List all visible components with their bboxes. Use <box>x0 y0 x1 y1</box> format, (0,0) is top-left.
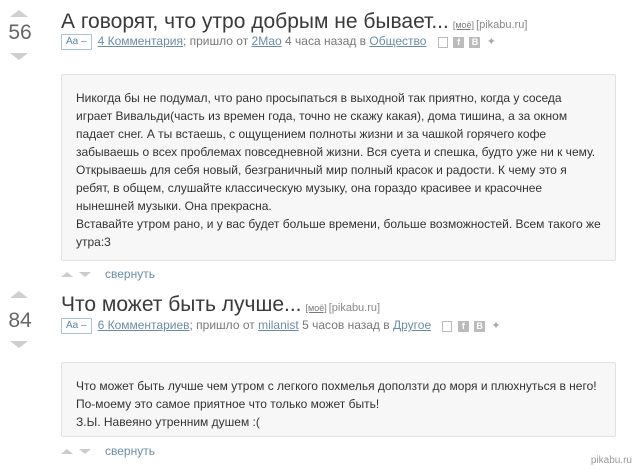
share-icons: f B ✦ <box>442 319 503 333</box>
post-tag[interactable]: [моё] <box>453 20 474 30</box>
post-body: Что может быть лучше чем утром с легкого… <box>61 362 616 437</box>
facebook-icon[interactable]: f <box>453 37 465 49</box>
post-title-text[interactable]: Что может быть лучше... <box>61 293 302 316</box>
upvote-arrow-icon[interactable] <box>10 10 28 17</box>
post-source: [pikabu.ru] <box>476 19 528 31</box>
post-tag[interactable]: [моё] <box>306 303 327 313</box>
post-title[interactable]: А говорят, что утро добрым не бывает... [… <box>61 10 527 34</box>
post-source: [pikabu.ru] <box>328 302 381 314</box>
save-icon[interactable] <box>442 321 453 333</box>
post-meta: Aa – 4 Комментария; пришло от 2Мао 4 часа… <box>61 34 499 50</box>
downvote-small-icon[interactable] <box>79 449 91 455</box>
post-body-text: Что может быть лучше чем утром с легкого… <box>76 379 597 429</box>
vkontakte-icon[interactable]: B <box>474 321 486 333</box>
collapse-link[interactable]: свернуть <box>105 444 155 458</box>
collapse-link[interactable]: свернуть <box>105 267 155 281</box>
post-footer: свернуть <box>61 267 155 281</box>
upvote-small-icon[interactable] <box>61 449 73 455</box>
post-footer: свернуть <box>61 444 155 458</box>
author-link[interactable]: milanist <box>258 318 299 332</box>
post-body: Никогда бы не подумал, что рано просыпат… <box>61 74 616 261</box>
downvote-arrow-icon[interactable] <box>10 53 28 60</box>
post-title[interactable]: Что может быть лучше... [моё] [pikabu.ru] <box>61 293 380 317</box>
facebook-icon[interactable]: f <box>457 321 469 333</box>
category-link[interactable]: Общество <box>369 34 426 48</box>
came-from-text: ; пришло от <box>189 318 255 333</box>
post-rating: 84 <box>8 309 32 332</box>
comments-link[interactable]: 4 Комментария <box>98 34 183 48</box>
category-link[interactable]: Другое <box>393 318 431 332</box>
author-link[interactable]: 2Мао <box>252 34 282 48</box>
twitter-icon[interactable]: ✦ <box>486 37 497 48</box>
save-icon[interactable] <box>437 37 448 49</box>
upvote-arrow-icon[interactable] <box>10 291 28 298</box>
upvote-small-icon[interactable] <box>61 272 73 278</box>
site-watermark: pikabu.ru <box>590 455 632 466</box>
font-size-toggle[interactable]: Aa – <box>61 318 92 334</box>
share-icons: f B ✦ <box>437 35 499 49</box>
came-from-text: ; пришло от <box>182 34 249 49</box>
post-rating: 56 <box>8 21 32 44</box>
post-title-text[interactable]: А говорят, что утро добрым не бывает... <box>61 10 449 33</box>
vkontakte-icon[interactable]: B <box>469 37 481 49</box>
post-time: 5 часов назад в <box>302 318 390 333</box>
post-meta: Aa – 6 Комментариев; пришло от milanist 5… <box>61 318 504 334</box>
post-time: 4 часа назад в <box>285 34 367 49</box>
post-body-text: Никогда бы не подумал, что рано просыпат… <box>76 91 601 249</box>
comments-link[interactable]: 6 Комментариев <box>98 318 190 332</box>
downvote-arrow-icon[interactable] <box>10 341 28 348</box>
downvote-small-icon[interactable] <box>79 272 91 278</box>
font-size-toggle[interactable]: Aa – <box>61 34 92 50</box>
twitter-icon[interactable]: ✦ <box>491 321 502 332</box>
